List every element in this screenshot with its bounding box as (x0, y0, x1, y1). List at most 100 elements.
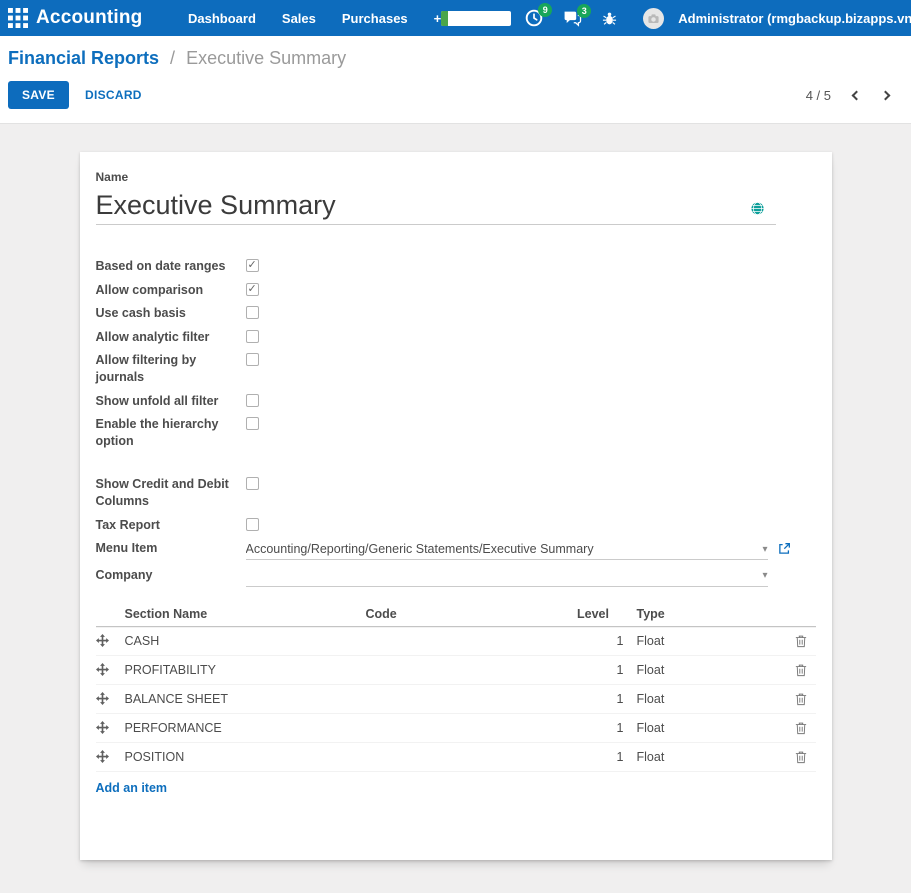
pager: 4 / 5 (806, 88, 903, 103)
field-label: Allow analytic filter (96, 329, 246, 346)
column-header-code[interactable]: Code (366, 607, 560, 621)
cell-section-name[interactable]: BALANCE SHEET (124, 692, 366, 706)
field-label: Use cash basis (96, 305, 246, 322)
navbar-menu: Dashboard Sales Purchases + (188, 11, 441, 26)
save-button[interactable]: SAVE (8, 81, 69, 109)
table-row[interactable]: PROFITABILITY 1 Float (96, 656, 816, 685)
drag-handle-icon[interactable] (96, 721, 124, 734)
delete-row-button[interactable] (786, 634, 816, 648)
user-menu[interactable]: Administrator (rmgbackup.bizapps.vn) (678, 11, 911, 26)
activity-count-badge: 9 (538, 3, 552, 17)
user-avatar[interactable] (643, 8, 664, 29)
menu-item-field-row: Menu Item Accounting/Reporting/Generic S… (96, 540, 816, 560)
cell-level[interactable]: 1 (560, 692, 627, 706)
control-panel: Financial Reports / Executive Summary SA… (0, 36, 911, 124)
checkbox[interactable] (246, 306, 259, 319)
menu-item-sales[interactable]: Sales (282, 11, 316, 26)
checkbox[interactable] (246, 417, 259, 430)
pager-value: 4 / 5 (806, 88, 831, 103)
checkbox[interactable] (246, 259, 259, 272)
menu-item-value: Accounting/Reporting/Generic Statements/… (246, 542, 757, 556)
table-row[interactable]: BALANCE SHEET 1 Float (96, 685, 816, 714)
drag-handle-icon[interactable] (96, 634, 124, 647)
cell-type[interactable]: Float (627, 721, 786, 735)
table-header-row: Section Name Code Level Type (96, 603, 816, 627)
lines-tbody: CASH 1 Float PROFITABILITY 1 Float (96, 627, 816, 772)
checkbox-field-row: Based on date ranges (96, 258, 816, 275)
pager-next-icon[interactable] (881, 90, 891, 100)
message-count-badge: 3 (577, 4, 591, 18)
cell-level[interactable]: 1 (560, 750, 627, 764)
field-label: Tax Report (96, 517, 246, 534)
progress-fill (441, 11, 447, 26)
debug-bug-icon[interactable] (602, 11, 617, 26)
add-an-item-link[interactable]: Add an item (96, 781, 168, 795)
chevron-down-icon[interactable]: ▾ (762, 570, 767, 581)
drag-handle-icon[interactable] (96, 750, 124, 763)
menu-item-select[interactable]: Accounting/Reporting/Generic Statements/… (246, 540, 768, 560)
breadcrumb-parent-link[interactable]: Financial Reports (8, 48, 159, 68)
checkbox[interactable] (246, 394, 259, 407)
drag-handle-icon[interactable] (96, 663, 124, 676)
activity-clock-icon[interactable]: 9 (525, 9, 543, 27)
page-content: Name Executive Summary Based on date ran… (0, 124, 911, 893)
checkbox[interactable] (246, 353, 259, 366)
breadcrumb: Financial Reports / Executive Summary (8, 48, 903, 69)
table-row[interactable]: CASH 1 Float (96, 627, 816, 656)
field-label: Show unfold all filter (96, 393, 246, 410)
field-label: Based on date ranges (96, 258, 246, 275)
column-header-type[interactable]: Type (627, 607, 786, 621)
name-input[interactable]: Executive Summary (96, 186, 776, 225)
delete-row-button[interactable] (786, 692, 816, 706)
field-label: Company (96, 567, 246, 584)
table-row[interactable]: POSITION 1 Float (96, 743, 816, 772)
field-label: Allow filtering by journals (96, 352, 246, 386)
cell-type[interactable]: Float (627, 750, 786, 764)
messages-chat-icon[interactable]: 3 (563, 10, 582, 27)
discard-button[interactable]: DISCARD (85, 88, 142, 102)
drag-handle-icon[interactable] (96, 692, 124, 705)
company-select[interactable]: ▾ (246, 567, 768, 587)
field-label: Allow comparison (96, 282, 246, 299)
checkbox[interactable] (246, 518, 259, 531)
delete-row-button[interactable] (786, 721, 816, 735)
app-title[interactable]: Accounting (36, 7, 146, 29)
external-link-icon[interactable] (778, 542, 791, 555)
translate-globe-icon[interactable] (751, 202, 764, 215)
cell-level[interactable]: 1 (560, 663, 627, 677)
cell-type[interactable]: Float (627, 663, 786, 677)
checkbox-group: Based on date ranges Allow comparison Us… (96, 258, 816, 450)
checkbox[interactable] (246, 477, 259, 490)
cell-type[interactable]: Float (627, 634, 786, 648)
checkbox-field-row: Show Credit and Debit Columns (96, 476, 816, 510)
field-label: Show Credit and Debit Columns (96, 476, 246, 510)
menu-item-dashboard[interactable]: Dashboard (188, 11, 256, 26)
pager-previous-icon[interactable] (852, 90, 862, 100)
checkbox-field-row: Tax Report (96, 517, 816, 534)
apps-grid-icon[interactable] (8, 4, 28, 32)
delete-row-button[interactable] (786, 750, 816, 764)
chevron-down-icon[interactable]: ▾ (762, 544, 767, 555)
cell-type[interactable]: Float (627, 692, 786, 706)
cell-section-name[interactable]: PROFITABILITY (124, 663, 366, 677)
cell-section-name[interactable]: PERFORMANCE (124, 721, 366, 735)
delete-row-button[interactable] (786, 663, 816, 677)
breadcrumb-current: Executive Summary (186, 48, 346, 68)
breadcrumb-separator: / (170, 48, 175, 68)
name-field-label: Name (96, 170, 816, 184)
cell-level[interactable]: 1 (560, 634, 627, 648)
checkbox-field-row: Allow comparison (96, 282, 816, 299)
cell-section-name[interactable]: POSITION (124, 750, 366, 764)
column-header-section-name[interactable]: Section Name (124, 607, 366, 621)
menu-item-plus[interactable]: + (434, 11, 442, 26)
form-sheet: Name Executive Summary Based on date ran… (80, 152, 832, 860)
cell-level[interactable]: 1 (560, 721, 627, 735)
cell-section-name[interactable]: CASH (124, 634, 366, 648)
report-lines-table: Section Name Code Level Type CASH 1 Floa… (96, 603, 816, 795)
checkbox[interactable] (246, 330, 259, 343)
checkbox[interactable] (246, 283, 259, 296)
menu-item-purchases[interactable]: Purchases (342, 11, 408, 26)
column-header-level[interactable]: Level (560, 607, 627, 621)
table-row[interactable]: PERFORMANCE 1 Float (96, 714, 816, 743)
checkbox-groups: Based on date ranges Allow comparison Us… (96, 258, 816, 534)
